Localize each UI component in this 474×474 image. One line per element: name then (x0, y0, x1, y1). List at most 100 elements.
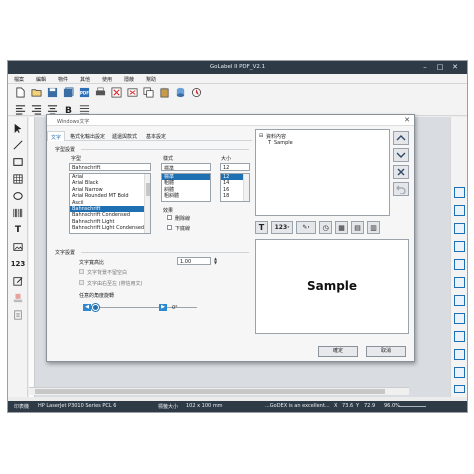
save-all-icon[interactable] (62, 86, 75, 99)
strikethrough-checkbox[interactable] (167, 215, 172, 220)
delete-icon[interactable] (110, 86, 123, 99)
same-width-icon[interactable] (454, 277, 465, 288)
horizontal-scrollbar[interactable] (29, 387, 409, 395)
menu-file[interactable]: 檔案 (14, 76, 24, 83)
stamp-icon[interactable] (11, 291, 25, 304)
open-folder-icon[interactable] (30, 86, 43, 99)
rotation-increase-button[interactable]: ▶ (159, 304, 167, 311)
lock-icon[interactable] (454, 385, 465, 393)
app-title: GoLabel II PDF_V2.1 (209, 64, 266, 70)
menu-hide[interactable]: 隱蔽 (124, 76, 134, 83)
size-list[interactable]: 12 14 16 18 (220, 173, 250, 202)
zoom-slider[interactable] (398, 406, 426, 407)
cancel-button[interactable]: 取消 (366, 346, 406, 357)
print-icon[interactable] (94, 86, 107, 99)
tree-root[interactable]: 資料內容 (266, 133, 286, 140)
group-icon[interactable] (454, 331, 465, 342)
font-list-scrollbar[interactable] (144, 174, 150, 233)
edit-tool-icon[interactable] (11, 274, 25, 287)
font-input[interactable]: Bahnschrift (69, 163, 151, 171)
divider (81, 149, 249, 150)
rotation-slider-track[interactable] (95, 307, 197, 308)
tab-basic-settings[interactable]: 基本設定 (143, 131, 169, 141)
database-field-button[interactable]: ▦ (335, 221, 348, 234)
distribute-h-icon[interactable] (454, 241, 465, 252)
barcode-icon[interactable] (11, 206, 25, 219)
same-height-icon[interactable] (454, 295, 465, 306)
dialog-close-icon[interactable]: ✕ (404, 116, 410, 124)
rotate-icon[interactable] (454, 367, 465, 378)
tree-item-sample[interactable]: Sample (274, 140, 293, 146)
menu-object[interactable]: 物件 (58, 76, 68, 83)
pdf-icon[interactable]: PDF (78, 86, 91, 99)
label-wizard-icon[interactable] (190, 86, 203, 99)
menu-use[interactable]: 使用 (102, 76, 112, 83)
table-icon[interactable] (11, 172, 25, 185)
text-node-icon: T (268, 140, 272, 146)
image-icon[interactable] (11, 240, 25, 253)
database-icon[interactable] (174, 86, 187, 99)
align-bottom-icon[interactable] (454, 223, 465, 234)
underline-checkbox[interactable] (167, 225, 172, 230)
serial-number-tool[interactable]: 123 (11, 257, 26, 270)
font-list-item[interactable]: Bahnschrift Light Condensed (70, 225, 150, 231)
style-list-item[interactable]: 粗斜體 (162, 193, 210, 199)
move-up-button[interactable] (393, 131, 409, 145)
variable-content-button[interactable]: ✎· (296, 221, 316, 234)
text-tool-icon[interactable]: T (11, 223, 25, 236)
new-file-icon[interactable] (14, 86, 27, 99)
ok-button[interactable]: 確定 (318, 346, 358, 357)
distribute-v-icon[interactable] (454, 259, 465, 270)
datetime-content-button[interactable]: ◷ (319, 221, 332, 234)
scrollbar-thumb[interactable] (35, 389, 385, 394)
line-spacing-spinner[interactable]: ▲ ▼ (212, 257, 219, 265)
close-icon[interactable]: ✕ (448, 62, 462, 73)
align-right-icon[interactable] (30, 103, 43, 116)
pointer-icon[interactable] (11, 121, 25, 134)
size-list-scrollbar[interactable] (243, 174, 249, 201)
style-input[interactable]: 標準 (161, 163, 211, 171)
line-spacing-input[interactable]: 1.00 (177, 257, 211, 265)
menu-other[interactable]: 其他 (80, 76, 90, 83)
align-middle-icon[interactable] (454, 205, 465, 216)
save-icon[interactable] (46, 86, 59, 99)
tree-expand-icon[interactable]: ⊟ (259, 133, 263, 139)
copy-icon[interactable] (142, 86, 155, 99)
remove-item-button[interactable] (393, 165, 409, 179)
rectangle-icon[interactable] (11, 155, 25, 168)
move-down-button[interactable] (393, 148, 409, 162)
rotation-slider-handle[interactable] (92, 304, 99, 311)
undo-button[interactable] (393, 182, 409, 196)
cut-icon[interactable] (126, 86, 139, 99)
menu-help[interactable]: 幫助 (146, 76, 156, 83)
line-icon[interactable] (11, 138, 25, 151)
size-input[interactable]: 12 (220, 163, 250, 171)
table-field-button[interactable]: ▤ (351, 221, 364, 234)
prompt-field-button[interactable]: ▥ (367, 221, 380, 234)
tab-format-output[interactable]: 格式化輸出設定 (67, 131, 108, 141)
ellipse-icon[interactable] (11, 189, 25, 202)
style-list[interactable]: 標準 粗體 斜體 粗斜體 (161, 173, 211, 202)
ungroup-icon[interactable] (454, 349, 465, 360)
paste-icon[interactable] (158, 86, 171, 99)
object-tree[interactable]: ⊟ 資料內容 T Sample (255, 129, 390, 216)
text-content-button[interactable]: T (255, 221, 268, 234)
maximize-icon[interactable]: □ (433, 62, 447, 73)
same-size-icon[interactable] (454, 313, 465, 324)
align-left-icon[interactable] (14, 103, 27, 116)
label-size: 102 x 100 mm (186, 403, 223, 409)
rfid-icon[interactable] (11, 308, 25, 321)
align-top-icon[interactable] (454, 187, 465, 198)
right-to-left-checkbox[interactable] (79, 280, 84, 285)
menu-edit[interactable]: 編輯 (36, 76, 46, 83)
minimize-icon[interactable]: – (418, 62, 432, 73)
font-list[interactable]: Arial Arial Black Arial Narrow Arial Rounde… (69, 173, 151, 234)
preview-pane: Sample (255, 239, 409, 334)
tab-serial-style[interactable]: 遞還與款式 (109, 131, 140, 141)
no-blank-background-checkbox[interactable] (79, 269, 84, 274)
rotation-decrease-button[interactable]: ◀ (83, 304, 91, 311)
serial-content-button[interactable]: 123· (271, 221, 293, 234)
tab-text[interactable]: 文字 (47, 131, 66, 141)
dialog-title-bar: Windows文字 ✕ (47, 115, 414, 126)
divider (81, 252, 249, 253)
